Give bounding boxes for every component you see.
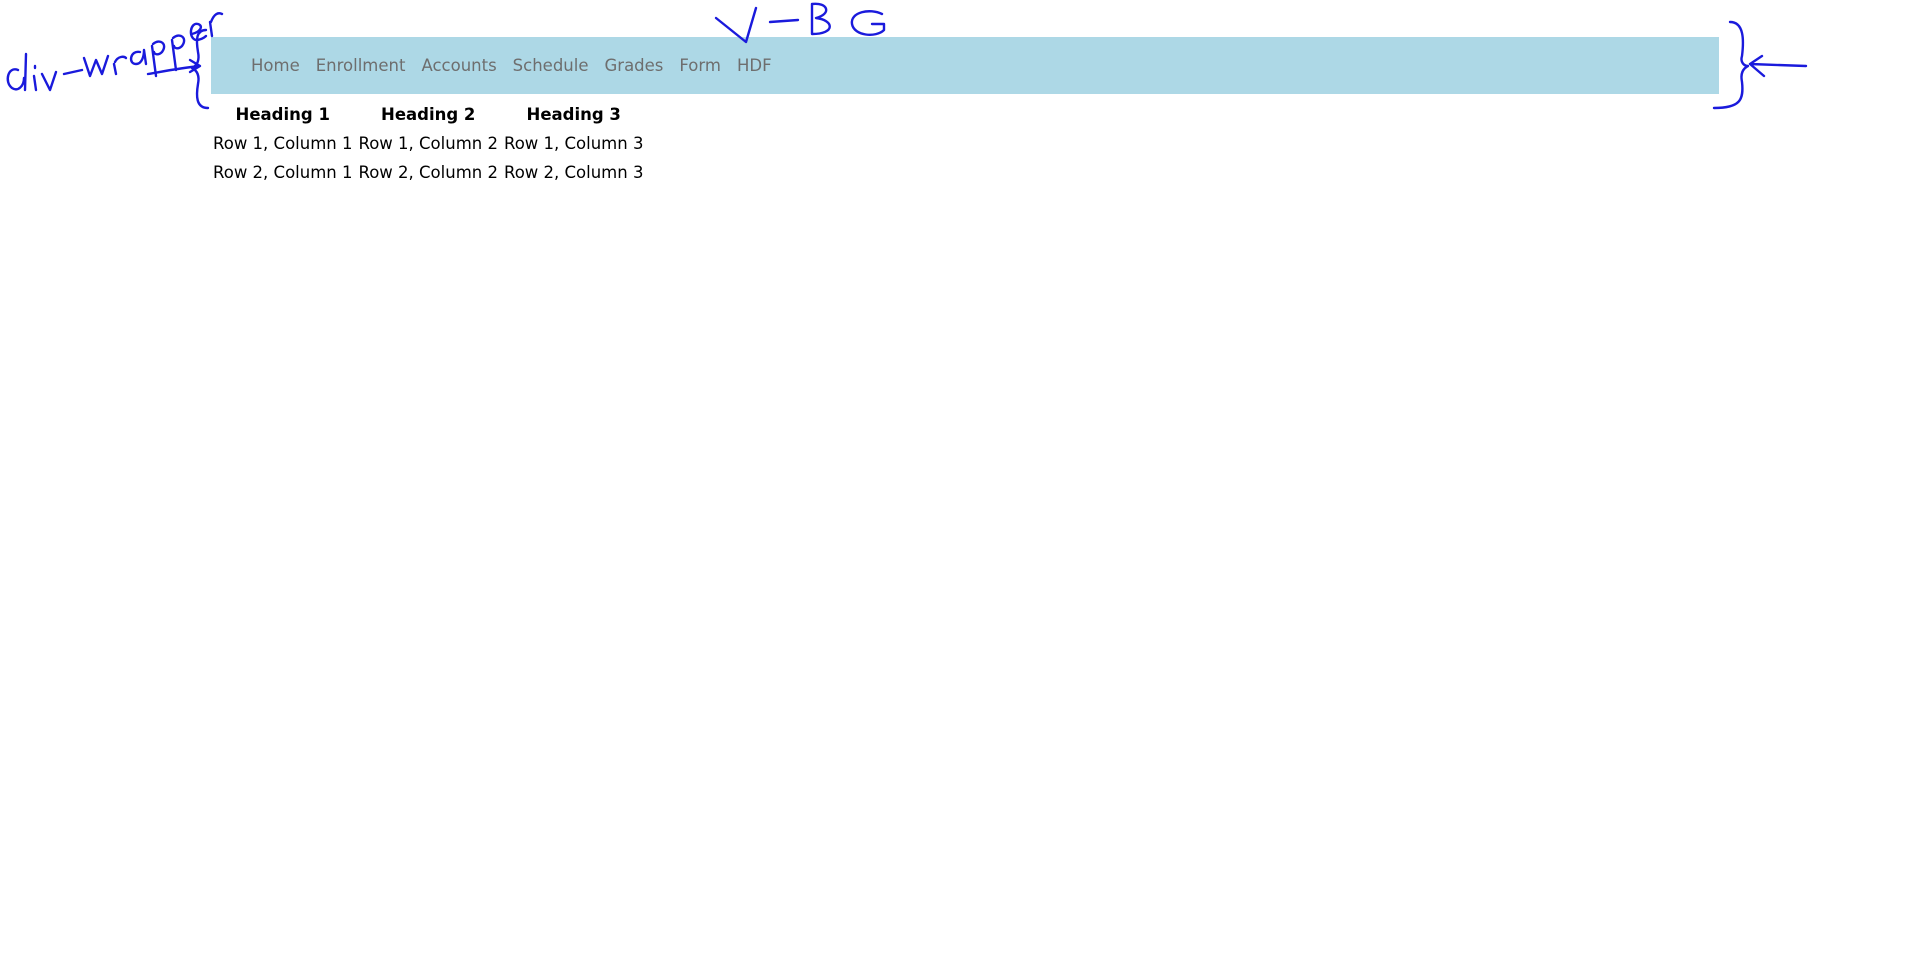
- nav-link-hdf[interactable]: HDF: [737, 56, 772, 75]
- table-header-cell: Heading 1: [235, 105, 330, 124]
- div-wrapper-handwritten-label: [6, 12, 224, 92]
- table-header-row: Heading 1 Heading 2 Heading 3: [212, 102, 644, 127]
- table-cell: Row 1, Column 1: [213, 134, 353, 153]
- table-cell: Row 1, Column 2: [358, 134, 498, 153]
- nav-link-form[interactable]: Form: [679, 56, 721, 75]
- table-cell: Row 2, Column 2: [358, 163, 498, 182]
- nav-link-accounts[interactable]: Accounts: [421, 56, 496, 75]
- table-row: Row 1, Column 1 Row 1, Column 2 Row 1, C…: [212, 131, 644, 156]
- nav-link-grades[interactable]: Grades: [605, 56, 664, 75]
- nav-link-home[interactable]: Home: [251, 56, 300, 75]
- page: Home Enrollment Accounts Schedule Grades…: [0, 0, 1920, 963]
- table-cell: Row 2, Column 1: [213, 163, 353, 182]
- table-header-cell: Heading 3: [526, 105, 621, 124]
- table-header-cell: Heading 2: [381, 105, 476, 124]
- table-row: Row 2, Column 1 Row 2, Column 2 Row 2, C…: [212, 160, 644, 185]
- table-cell: Row 1, Column 3: [503, 134, 644, 153]
- nav-link-enrollment[interactable]: Enrollment: [316, 56, 406, 75]
- nav-list: Home Enrollment Accounts Schedule Grades…: [251, 37, 788, 94]
- data-table: Heading 1 Heading 2 Heading 3 Row 1, Col…: [208, 98, 648, 189]
- nav-link-schedule[interactable]: Schedule: [513, 56, 589, 75]
- left-bracket-arrow: [146, 28, 210, 110]
- nav-bar: Home Enrollment Accounts Schedule Grades…: [211, 37, 1719, 94]
- table-cell: Row 2, Column 3: [503, 163, 644, 182]
- right-bracket-arrow: [1712, 20, 1808, 110]
